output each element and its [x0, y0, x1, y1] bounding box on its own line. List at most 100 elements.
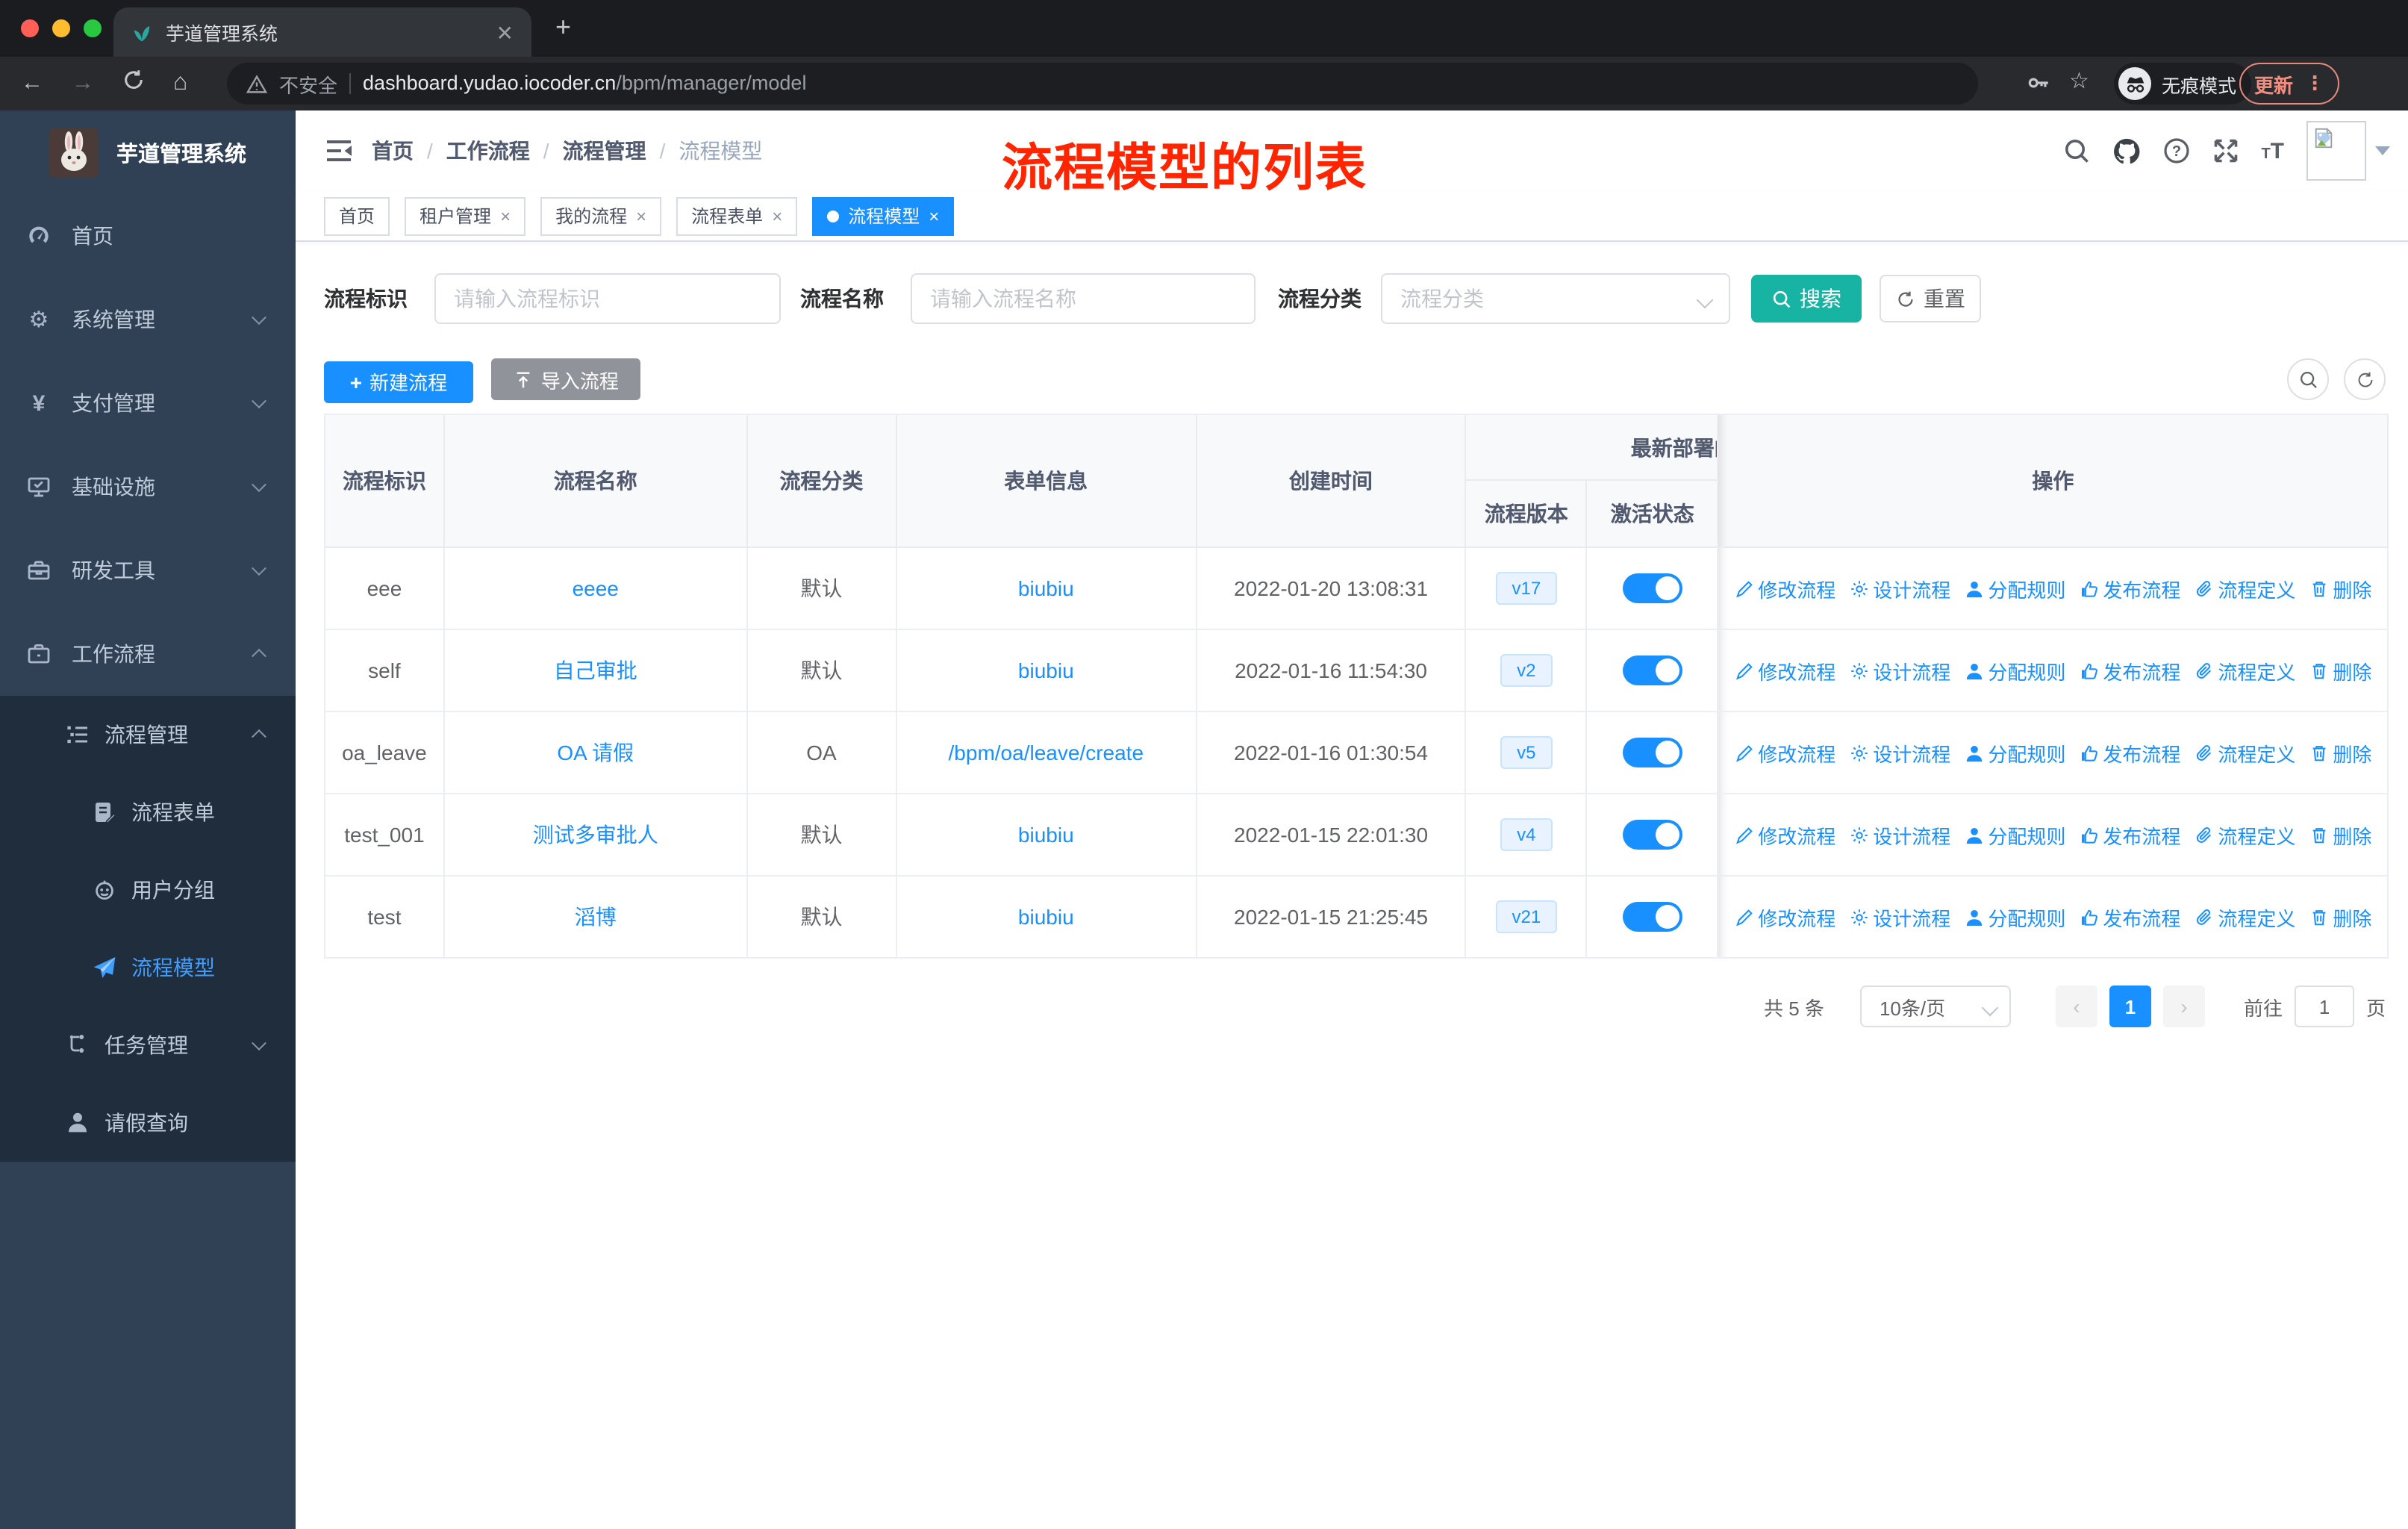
action-publish-link[interactable]: 发布流程 [2079, 574, 2180, 602]
version-tag[interactable]: v2 [1500, 654, 1553, 687]
form-info-link[interactable]: biubiu [1018, 905, 1074, 929]
action-edit-link[interactable]: 修改流程 [1734, 738, 1835, 767]
active-toggle[interactable] [1622, 820, 1682, 850]
action-edit-link[interactable]: 修改流程 [1734, 820, 1835, 849]
sidebar-item-process-form[interactable]: 流程表单 [0, 773, 296, 851]
home-icon[interactable]: ⌂ [173, 70, 187, 97]
address-bar[interactable]: 不安全 dashboard.yudao.iocoder.cn/bpm/manag… [227, 63, 1978, 105]
search-icon[interactable] [2062, 137, 2089, 164]
tag-item[interactable]: 租户管理 × [405, 196, 526, 235]
search-button[interactable]: 搜索 [1751, 275, 1862, 323]
hamburger-icon[interactable] [324, 136, 354, 166]
action-assign-link[interactable]: 分配规则 [1964, 656, 2065, 685]
page-size-select[interactable]: 10条/页 [1859, 985, 2011, 1027]
goto-page-input[interactable] [2294, 985, 2354, 1027]
new-tab-button[interactable]: + [555, 12, 571, 43]
breadcrumb-process-mgmt[interactable]: 流程管理 [563, 136, 646, 166]
security-warning-icon[interactable] [246, 74, 267, 93]
form-info-link[interactable]: /bpm/oa/leave/create [949, 741, 1144, 764]
action-definition-link[interactable]: 流程定义 [2194, 574, 2295, 602]
process-name-link[interactable]: 测试多审批人 [533, 820, 658, 850]
password-key-icon[interactable] [2026, 70, 2051, 96]
app-logo[interactable]: 芋道管理系统 [0, 110, 296, 182]
action-publish-link[interactable]: 发布流程 [2079, 903, 2180, 931]
avatar[interactable] [2306, 121, 2366, 181]
action-publish-link[interactable]: 发布流程 [2079, 820, 2180, 849]
refresh-table-button[interactable] [2344, 358, 2386, 400]
sidebar-item-process-model[interactable]: 流程模型 [0, 929, 296, 1006]
minimize-window-button[interactable] [52, 19, 70, 37]
tag-item[interactable]: 流程表单 × [676, 196, 798, 235]
active-toggle[interactable] [1622, 573, 1682, 603]
action-design-link[interactable]: 设计流程 [1849, 738, 1950, 767]
breadcrumb-workflow[interactable]: 工作流程 [446, 136, 530, 166]
tab-close-icon[interactable]: ✕ [496, 22, 514, 43]
create-process-button[interactable]: + 新建流程 [324, 361, 473, 402]
browser-menu-icon[interactable]: ⋮ [2305, 72, 2324, 96]
form-info-link[interactable]: biubiu [1018, 658, 1074, 682]
process-name-link[interactable]: 自己审批 [554, 655, 637, 685]
back-icon[interactable]: ← [21, 70, 43, 96]
close-window-button[interactable] [21, 19, 39, 37]
sidebar-item-devtools[interactable]: 研发工具 [0, 529, 296, 612]
font-size-icon[interactable]: TT [2261, 138, 2284, 164]
sidebar-item-payment[interactable]: ¥ 支付管理 [0, 361, 296, 445]
maximize-window-button[interactable] [84, 19, 102, 37]
action-assign-link[interactable]: 分配规则 [1964, 574, 2065, 602]
sidebar-item-task-mgmt[interactable]: 任务管理 [0, 1006, 296, 1084]
action-edit-link[interactable]: 修改流程 [1734, 903, 1835, 931]
help-icon[interactable]: ? [2162, 137, 2189, 164]
action-delete-link[interactable]: 删除 [2309, 656, 2371, 685]
breadcrumb-home[interactable]: 首页 [372, 136, 414, 166]
filter-category-select[interactable]: 流程分类 [1381, 273, 1730, 324]
action-delete-link[interactable]: 删除 [2309, 738, 2371, 767]
reload-icon[interactable] [122, 69, 145, 91]
tag-item[interactable]: 首页 [324, 196, 390, 235]
action-design-link[interactable]: 设计流程 [1849, 820, 1950, 849]
bookmark-star-icon[interactable]: ☆ [2069, 67, 2089, 94]
action-assign-link[interactable]: 分配规则 [1964, 820, 2065, 849]
reset-button[interactable]: 重置 [1880, 275, 1981, 323]
action-delete-link[interactable]: 删除 [2309, 820, 2371, 849]
action-design-link[interactable]: 设计流程 [1849, 903, 1950, 931]
sidebar-item-process-mgmt[interactable]: 流程管理 [0, 696, 296, 773]
filter-key-input[interactable] [434, 273, 781, 324]
action-definition-link[interactable]: 流程定义 [2194, 656, 2295, 685]
browser-update-button[interactable]: 更新 ⋮ [2239, 63, 2340, 105]
process-name-link[interactable]: 滔博 [575, 902, 617, 932]
version-tag[interactable]: v21 [1495, 900, 1558, 933]
browser-tab[interactable]: 芋道管理系统 ✕ [113, 7, 531, 57]
show-search-toggle-button[interactable] [2287, 358, 2329, 400]
action-design-link[interactable]: 设计流程 [1849, 656, 1950, 685]
version-tag[interactable]: v4 [1500, 818, 1553, 851]
sidebar-item-user-group[interactable]: 用户分组 [0, 851, 296, 929]
action-assign-link[interactable]: 分配规则 [1964, 738, 2065, 767]
page-number-current[interactable]: 1 [2109, 985, 2151, 1027]
sidebar-item-leave-query[interactable]: 请假查询 [0, 1084, 296, 1162]
action-definition-link[interactable]: 流程定义 [2194, 738, 2295, 767]
action-design-link[interactable]: 设计流程 [1849, 574, 1950, 602]
action-edit-link[interactable]: 修改流程 [1734, 574, 1835, 602]
next-page-button[interactable]: › [2162, 985, 2205, 1027]
sidebar-item-infra[interactable]: 基础设施 [0, 445, 296, 529]
fullscreen-icon[interactable] [2212, 137, 2239, 164]
process-name-link[interactable]: OA 请假 [557, 738, 634, 767]
forward-icon[interactable]: → [72, 70, 94, 96]
tag-close-icon[interactable]: × [636, 205, 646, 226]
github-icon[interactable] [2112, 137, 2140, 165]
avatar-caret-icon[interactable] [2375, 146, 2390, 155]
process-name-link[interactable]: eeee [573, 576, 619, 600]
tag-item[interactable]: 流程模型 × [812, 196, 955, 235]
import-process-button[interactable]: 导入流程 [491, 358, 641, 400]
action-edit-link[interactable]: 修改流程 [1734, 656, 1835, 685]
version-tag[interactable]: v5 [1500, 736, 1553, 769]
sidebar-item-workflow[interactable]: 工作流程 [0, 612, 296, 696]
active-toggle[interactable] [1622, 902, 1682, 932]
action-delete-link[interactable]: 删除 [2309, 903, 2371, 931]
action-publish-link[interactable]: 发布流程 [2079, 738, 2180, 767]
action-publish-link[interactable]: 发布流程 [2079, 656, 2180, 685]
tag-close-icon[interactable]: × [772, 205, 782, 226]
active-toggle[interactable] [1622, 655, 1682, 685]
version-tag[interactable]: v17 [1495, 572, 1558, 605]
filter-name-input[interactable] [911, 273, 1256, 324]
